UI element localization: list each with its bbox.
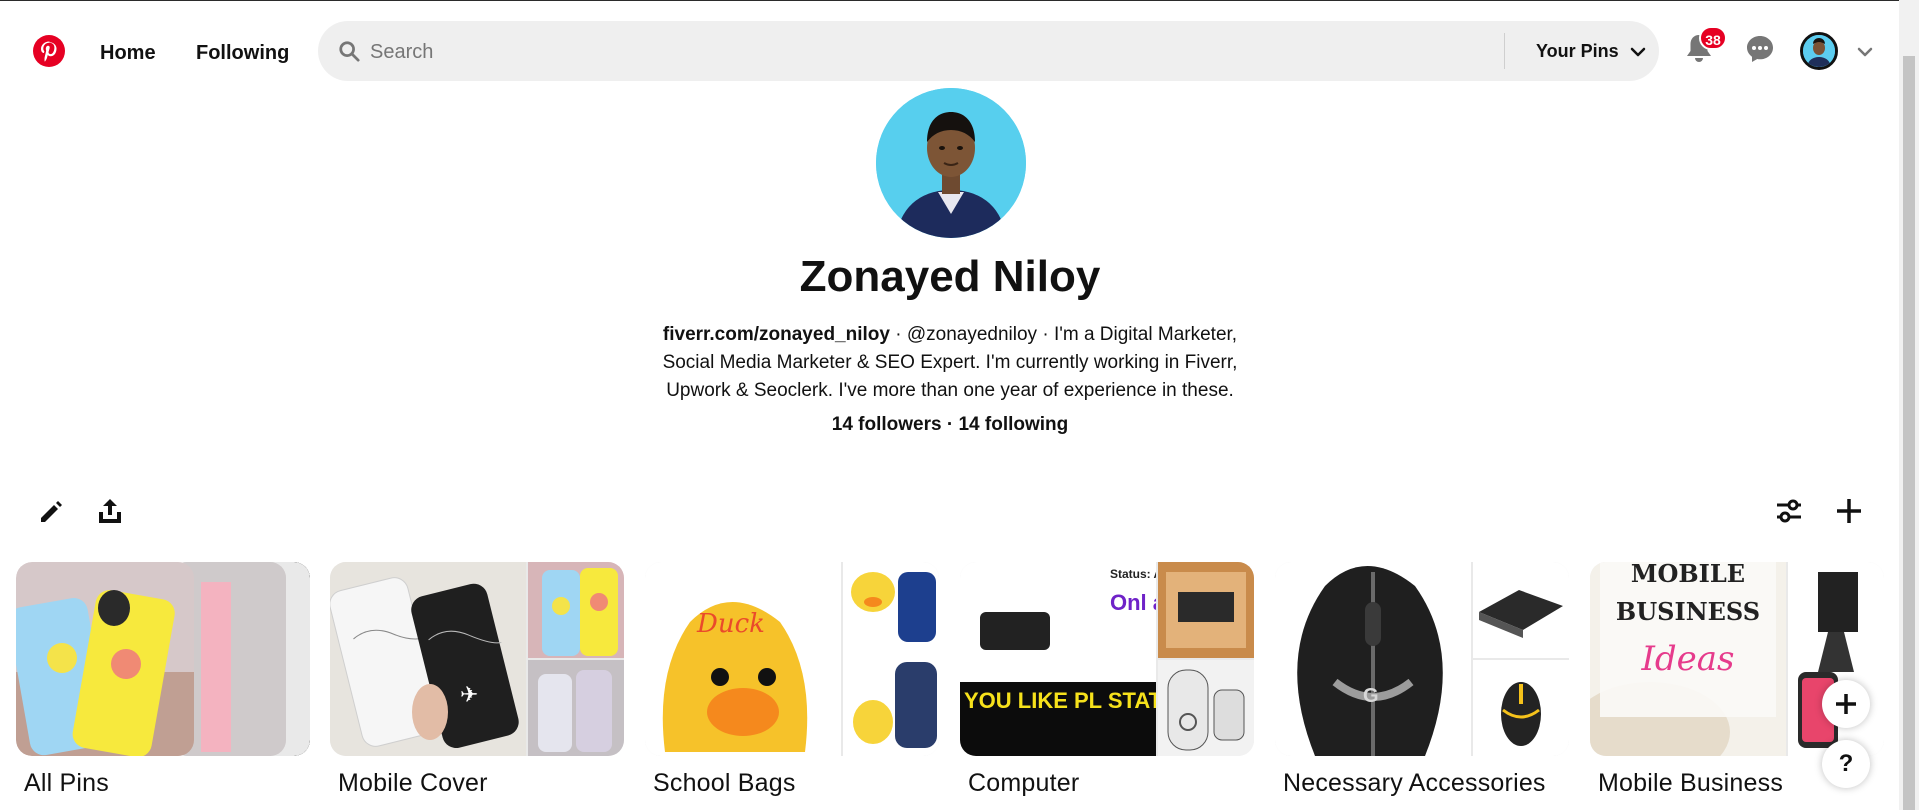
board-card-mobile-cover[interactable]: ✈ Mobile Cover (330, 562, 624, 797)
create-floating-button[interactable] (1822, 680, 1870, 728)
cover-main-image: ✈ (330, 562, 526, 756)
board-cover: G (1275, 562, 1569, 756)
scrollbar-thumb[interactable] (1903, 56, 1915, 810)
board-title: Mobile Business (1598, 769, 1784, 797)
notification-badge: 38 (1699, 26, 1727, 50)
stack-card-main (16, 562, 194, 756)
bio-separator: · (1042, 324, 1049, 345)
bio-separator: · (895, 324, 902, 345)
your-pins-dropdown[interactable]: Your Pins (1536, 21, 1646, 81)
cover-text-mobile: MOBILE (1631, 562, 1745, 588)
board-title: School Bags (653, 769, 796, 797)
cover-text-business: BUSINESS (1616, 597, 1760, 626)
cover-side-image (528, 660, 624, 756)
chevron-down-icon (1630, 48, 1645, 57)
pinterest-logo[interactable] (33, 35, 65, 67)
board-card-all-pins[interactable]: ♛ All Pins (16, 562, 310, 797)
chevron-down-icon[interactable] (1856, 43, 1874, 61)
search-input[interactable] (368, 31, 1512, 73)
profile-photo (876, 88, 1026, 238)
cover-main-image: MOBILE BUSINESS Ideas (1590, 562, 1786, 756)
cover-main-image: Status: A Onl at $49 YOU LIKE PL STATION… (960, 562, 1156, 756)
board-card-computer[interactable]: Status: A Onl at $49 YOU LIKE PL STATION… (960, 562, 1254, 797)
duck-label: Duck (696, 609, 765, 639)
cover-main-image: G (1275, 562, 1471, 756)
board-cover: ✈ (330, 562, 624, 756)
profile-website-link[interactable]: fiverr.com/zonayed_niloy (663, 324, 890, 345)
filter-icon[interactable] (1774, 496, 1804, 526)
cover-text-ideas: Ideas (1640, 639, 1734, 679)
svg-text:✈: ✈ (460, 682, 478, 707)
svg-text:G: G (1363, 685, 1379, 707)
followers-count[interactable]: 14 followers (832, 414, 942, 435)
search-bar[interactable]: Your Pins (318, 21, 1659, 81)
cover-side-image (1473, 660, 1569, 756)
plus-icon[interactable] (1834, 496, 1864, 526)
profile-bio-block: fiverr.com/zonayed_niloy · @zonayedniloy… (640, 321, 1260, 405)
search-divider (1504, 33, 1505, 69)
profile-name: Zonayed Niloy (799, 252, 1101, 301)
following-count[interactable]: 14 following (958, 414, 1068, 435)
board-title: Mobile Cover (338, 769, 488, 797)
message-icon[interactable] (1745, 34, 1775, 64)
board-cover: Duck (645, 562, 939, 756)
board-title: Computer (968, 769, 1080, 797)
search-icon (339, 41, 360, 62)
board-title: Necessary Accessories (1283, 769, 1546, 797)
profile-avatar (876, 88, 1026, 238)
board-card-school-bags[interactable]: Duck School Bags (645, 562, 939, 797)
board-cover: Status: A Onl at $49 YOU LIKE PL STATION… (960, 562, 1254, 756)
share-icon[interactable] (95, 496, 125, 526)
cover-promo-text: Onl at $49 (1110, 590, 1156, 615)
pencil-icon[interactable] (36, 497, 66, 527)
board-cover: ♛ (16, 562, 310, 756)
board-card-necessary-accessories[interactable]: G Necessary Accessories (1275, 562, 1569, 797)
cover-side-image (528, 562, 624, 658)
board-title: All Pins (24, 769, 109, 797)
cover-question-text: YOU LIKE PL STATION? (964, 688, 1156, 713)
account-avatar[interactable] (1800, 32, 1838, 70)
cover-main-image: Duck (645, 562, 841, 756)
plus-icon (1836, 694, 1856, 714)
cover-side-image (843, 562, 939, 756)
nav-following-link[interactable]: Following (196, 36, 289, 70)
cover-side-image (1158, 660, 1254, 756)
cover-side-image (1158, 562, 1254, 658)
nav-home-link[interactable]: Home (100, 36, 156, 70)
cover-side-image (1473, 562, 1569, 658)
profile-handle: @zonayedniloy (906, 324, 1038, 345)
stats-separator: · (946, 414, 954, 435)
your-pins-label: Your Pins (1536, 41, 1619, 61)
help-icon: ? (1838, 750, 1854, 777)
follow-stats: 14 followers · 14 following (640, 414, 1260, 436)
cover-status-text: Status: A (1110, 567, 1156, 581)
avatar-image (1803, 35, 1835, 67)
help-floating-button[interactable]: ? (1822, 740, 1870, 788)
